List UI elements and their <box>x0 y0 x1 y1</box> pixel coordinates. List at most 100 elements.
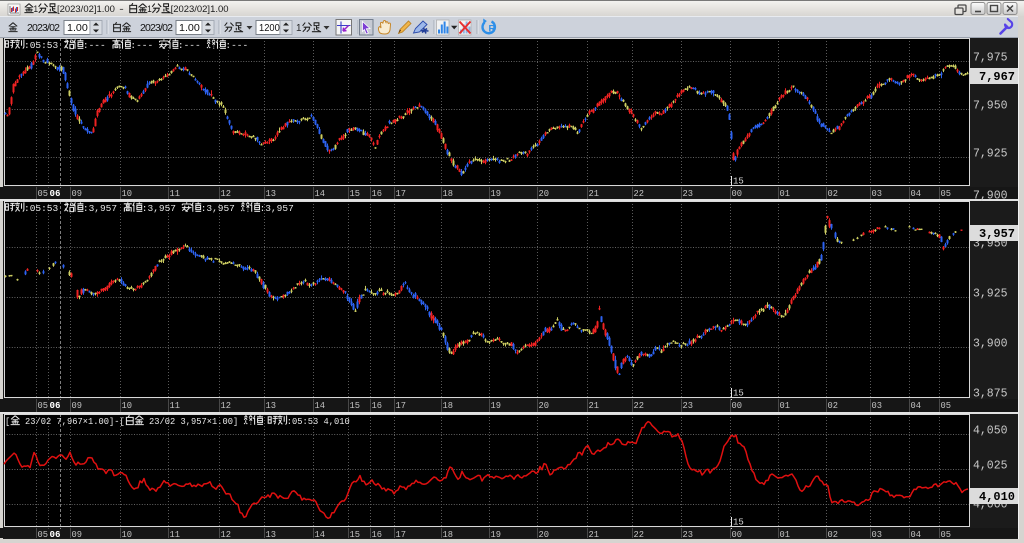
svg-text:05: 05 <box>941 529 952 540</box>
svg-text:04: 04 <box>911 188 922 199</box>
svg-text::---: :--- <box>178 40 201 51</box>
svg-text:[: [ <box>5 416 10 427</box>
svg-text:13: 13 <box>266 400 277 411</box>
svg-text:13: 13 <box>266 529 277 540</box>
svg-text:4,050: 4,050 <box>973 425 1008 438</box>
svg-text:12: 12 <box>221 400 232 411</box>
svg-text::05:53: :05:53 <box>24 203 58 214</box>
svg-text:20: 20 <box>539 188 550 199</box>
svg-text:17: 17 <box>396 400 407 411</box>
svg-text:09: 09 <box>72 529 83 540</box>
svg-text:3,875: 3,875 <box>973 388 1008 401</box>
svg-text:R: R <box>489 24 496 35</box>
svg-text:23/02: 23/02 <box>25 416 51 427</box>
svg-text:10: 10 <box>122 529 133 540</box>
svg-text:01: 01 <box>780 188 791 199</box>
svg-text:22: 22 <box>634 529 645 540</box>
svg-text:03: 03 <box>872 400 883 411</box>
svg-text::---: :--- <box>225 40 248 51</box>
svg-text:09: 09 <box>72 188 83 199</box>
svg-text:16: 16 <box>372 188 383 199</box>
svg-text:04: 04 <box>911 529 922 540</box>
svg-text:00: 00 <box>732 529 743 540</box>
svg-text:23: 23 <box>683 188 694 199</box>
svg-text:18: 18 <box>443 529 454 540</box>
svg-text:20: 20 <box>539 400 550 411</box>
svg-text:1.00: 1.00 <box>179 22 200 34</box>
svg-text:05: 05 <box>38 188 49 199</box>
svg-text::05:53: :05:53 <box>24 40 58 51</box>
svg-text:3,957: 3,957 <box>181 416 207 427</box>
svg-text:18: 18 <box>443 400 454 411</box>
svg-text:7,967: 7,967 <box>57 416 83 427</box>
svg-text:11: 11 <box>170 400 181 411</box>
svg-text:1: 1 <box>147 4 152 14</box>
svg-text:15: 15 <box>733 177 744 187</box>
svg-text:01: 01 <box>780 529 791 540</box>
svg-text::05:53: :05:53 <box>287 416 319 427</box>
svg-text:3,925: 3,925 <box>973 288 1008 301</box>
svg-text:15: 15 <box>350 188 361 199</box>
svg-text:04: 04 <box>911 400 922 411</box>
svg-text:19: 19 <box>491 188 502 199</box>
svg-text:1.00]-[: 1.00]-[ <box>88 416 125 427</box>
svg-text::---: :--- <box>130 40 153 51</box>
svg-text:23: 23 <box>683 400 694 411</box>
svg-text:7,975: 7,975 <box>973 52 1008 65</box>
svg-text:15: 15 <box>350 529 361 540</box>
svg-text:15: 15 <box>733 518 744 528</box>
svg-text:11: 11 <box>170 188 181 199</box>
svg-text:3,900: 3,900 <box>973 338 1008 351</box>
svg-text:7,900: 7,900 <box>973 190 1008 203</box>
svg-text::3,957: :3,957 <box>260 203 294 214</box>
svg-text:05: 05 <box>38 400 49 411</box>
svg-text:-: - <box>119 4 124 14</box>
svg-text:7,967: 7,967 <box>979 70 1015 84</box>
svg-text::3,957: :3,957 <box>142 203 176 214</box>
svg-text:[2023/02]1.00: [2023/02]1.00 <box>171 4 229 14</box>
svg-text:3,957: 3,957 <box>979 227 1015 241</box>
svg-text:21: 21 <box>589 529 600 540</box>
svg-text:7,925: 7,925 <box>973 148 1008 161</box>
svg-text:4,010: 4,010 <box>324 416 350 427</box>
svg-text:17: 17 <box>396 188 407 199</box>
svg-text:1: 1 <box>34 4 39 14</box>
svg-text:02: 02 <box>828 400 839 411</box>
svg-text:2023/02: 2023/02 <box>140 22 173 34</box>
svg-text:05: 05 <box>941 188 952 199</box>
svg-text:1: 1 <box>296 22 302 34</box>
svg-text:05: 05 <box>941 400 952 411</box>
svg-text:16: 16 <box>372 400 383 411</box>
svg-text:05: 05 <box>38 529 49 540</box>
svg-text:21: 21 <box>589 188 600 199</box>
svg-text:00: 00 <box>732 400 743 411</box>
svg-text:1.00]: 1.00] <box>212 416 238 427</box>
svg-text:06: 06 <box>50 400 61 411</box>
svg-text:15: 15 <box>350 400 361 411</box>
svg-text:15: 15 <box>733 389 744 399</box>
svg-text:12: 12 <box>221 529 232 540</box>
svg-text:10: 10 <box>122 188 133 199</box>
svg-text:20: 20 <box>539 529 550 540</box>
svg-text:1.00: 1.00 <box>67 22 88 34</box>
svg-text:01: 01 <box>780 400 791 411</box>
svg-text:03: 03 <box>872 188 883 199</box>
svg-text:4,025: 4,025 <box>973 460 1008 473</box>
svg-text:13: 13 <box>266 188 277 199</box>
svg-text:14: 14 <box>315 529 326 540</box>
svg-text:12: 12 <box>221 188 232 199</box>
svg-text:06: 06 <box>50 529 61 540</box>
svg-text:22: 22 <box>634 400 645 411</box>
svg-text:06: 06 <box>50 188 61 199</box>
svg-text:22: 22 <box>634 188 645 199</box>
svg-text:10: 10 <box>122 400 133 411</box>
svg-text:18: 18 <box>443 188 454 199</box>
svg-text:02: 02 <box>828 529 839 540</box>
svg-text:19: 19 <box>491 400 502 411</box>
svg-text:7,950: 7,950 <box>973 100 1008 113</box>
svg-text:14: 14 <box>315 188 326 199</box>
svg-text:2023/02: 2023/02 <box>27 22 60 34</box>
svg-text:16: 16 <box>372 529 383 540</box>
svg-text:11: 11 <box>170 529 181 540</box>
svg-text:09: 09 <box>72 400 83 411</box>
